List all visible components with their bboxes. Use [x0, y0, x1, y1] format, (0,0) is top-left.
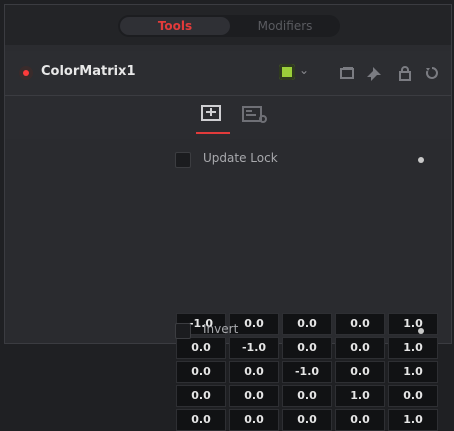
matrix-cell[interactable]: 1.0	[388, 361, 438, 383]
invert-checkbox[interactable]	[175, 323, 191, 339]
matrix-cell[interactable]: 0.0	[229, 361, 279, 383]
tab-tools[interactable]: Tools	[120, 17, 230, 35]
update-lock-checkbox[interactable]	[175, 152, 191, 168]
matrix-cell[interactable]: 1.0	[335, 385, 385, 407]
reset-icon[interactable]	[424, 65, 440, 81]
inspector-subtabs	[5, 97, 451, 139]
update-lock-keyframe-dot[interactable]	[418, 157, 424, 163]
matrix-cell[interactable]: 1.0	[388, 337, 438, 359]
update-lock-label: Update Lock	[203, 151, 278, 165]
controls-section: Update Lock -1.0 0.0 0.0 0.0 1.0 0.0 -1.…	[5, 139, 451, 431]
invert-label: Invert	[203, 322, 239, 336]
matrix-cell[interactable]: 1.0	[388, 313, 438, 335]
matrix-cell[interactable]: 0.0	[388, 385, 438, 407]
matrix-cell[interactable]: 0.0	[229, 409, 279, 431]
node-enable-dot-inner	[23, 70, 29, 76]
lock-icon[interactable]	[397, 65, 413, 81]
matrix-cell[interactable]: 0.0	[282, 409, 332, 431]
inspector-topbar: Tools Modifiers	[5, 5, 451, 45]
settings-tab-icon[interactable]	[239, 103, 267, 127]
matrix-cell[interactable]: 0.0	[282, 337, 332, 359]
inspector-tabs: Tools Modifiers	[118, 15, 340, 37]
matrix-cell[interactable]: 1.0	[388, 409, 438, 431]
node-name: ColorMatrix1	[41, 64, 136, 79]
matrix-cell[interactable]: -1.0	[282, 361, 332, 383]
tab-modifiers[interactable]: Modifiers	[230, 17, 340, 35]
node-header: ColorMatrix1 ⌄	[5, 51, 451, 96]
controls-tab-icon[interactable]	[199, 103, 225, 127]
matrix-cell[interactable]: 0.0	[176, 409, 226, 431]
matrix-cell[interactable]: 0.0	[229, 385, 279, 407]
matrix-cell[interactable]: 0.0	[282, 313, 332, 335]
inspector-panel: Tools Modifiers ColorMatrix1 ⌄ Update Lo…	[4, 4, 452, 431]
matrix-cell[interactable]: 0.0	[282, 385, 332, 407]
matrix-cell[interactable]: 0.0	[176, 361, 226, 383]
pin-icon[interactable]	[367, 65, 383, 81]
matrix-cell[interactable]: 0.0	[335, 313, 385, 335]
matrix-cell[interactable]: 0.0	[176, 385, 226, 407]
chevron-down-icon[interactable]: ⌄	[299, 63, 309, 77]
matrix-cell[interactable]: -1.0	[229, 337, 279, 359]
node-color-swatch-icon[interactable]	[279, 64, 295, 80]
matrix-cell[interactable]: 0.0	[335, 409, 385, 431]
matrix-cell[interactable]: 0.0	[176, 337, 226, 359]
invert-keyframe-dot[interactable]	[418, 328, 424, 334]
version-icon[interactable]	[339, 65, 355, 81]
matrix-cell[interactable]: 0.0	[335, 361, 385, 383]
matrix-cell[interactable]: 0.0	[335, 337, 385, 359]
active-tab-underline	[196, 132, 230, 134]
